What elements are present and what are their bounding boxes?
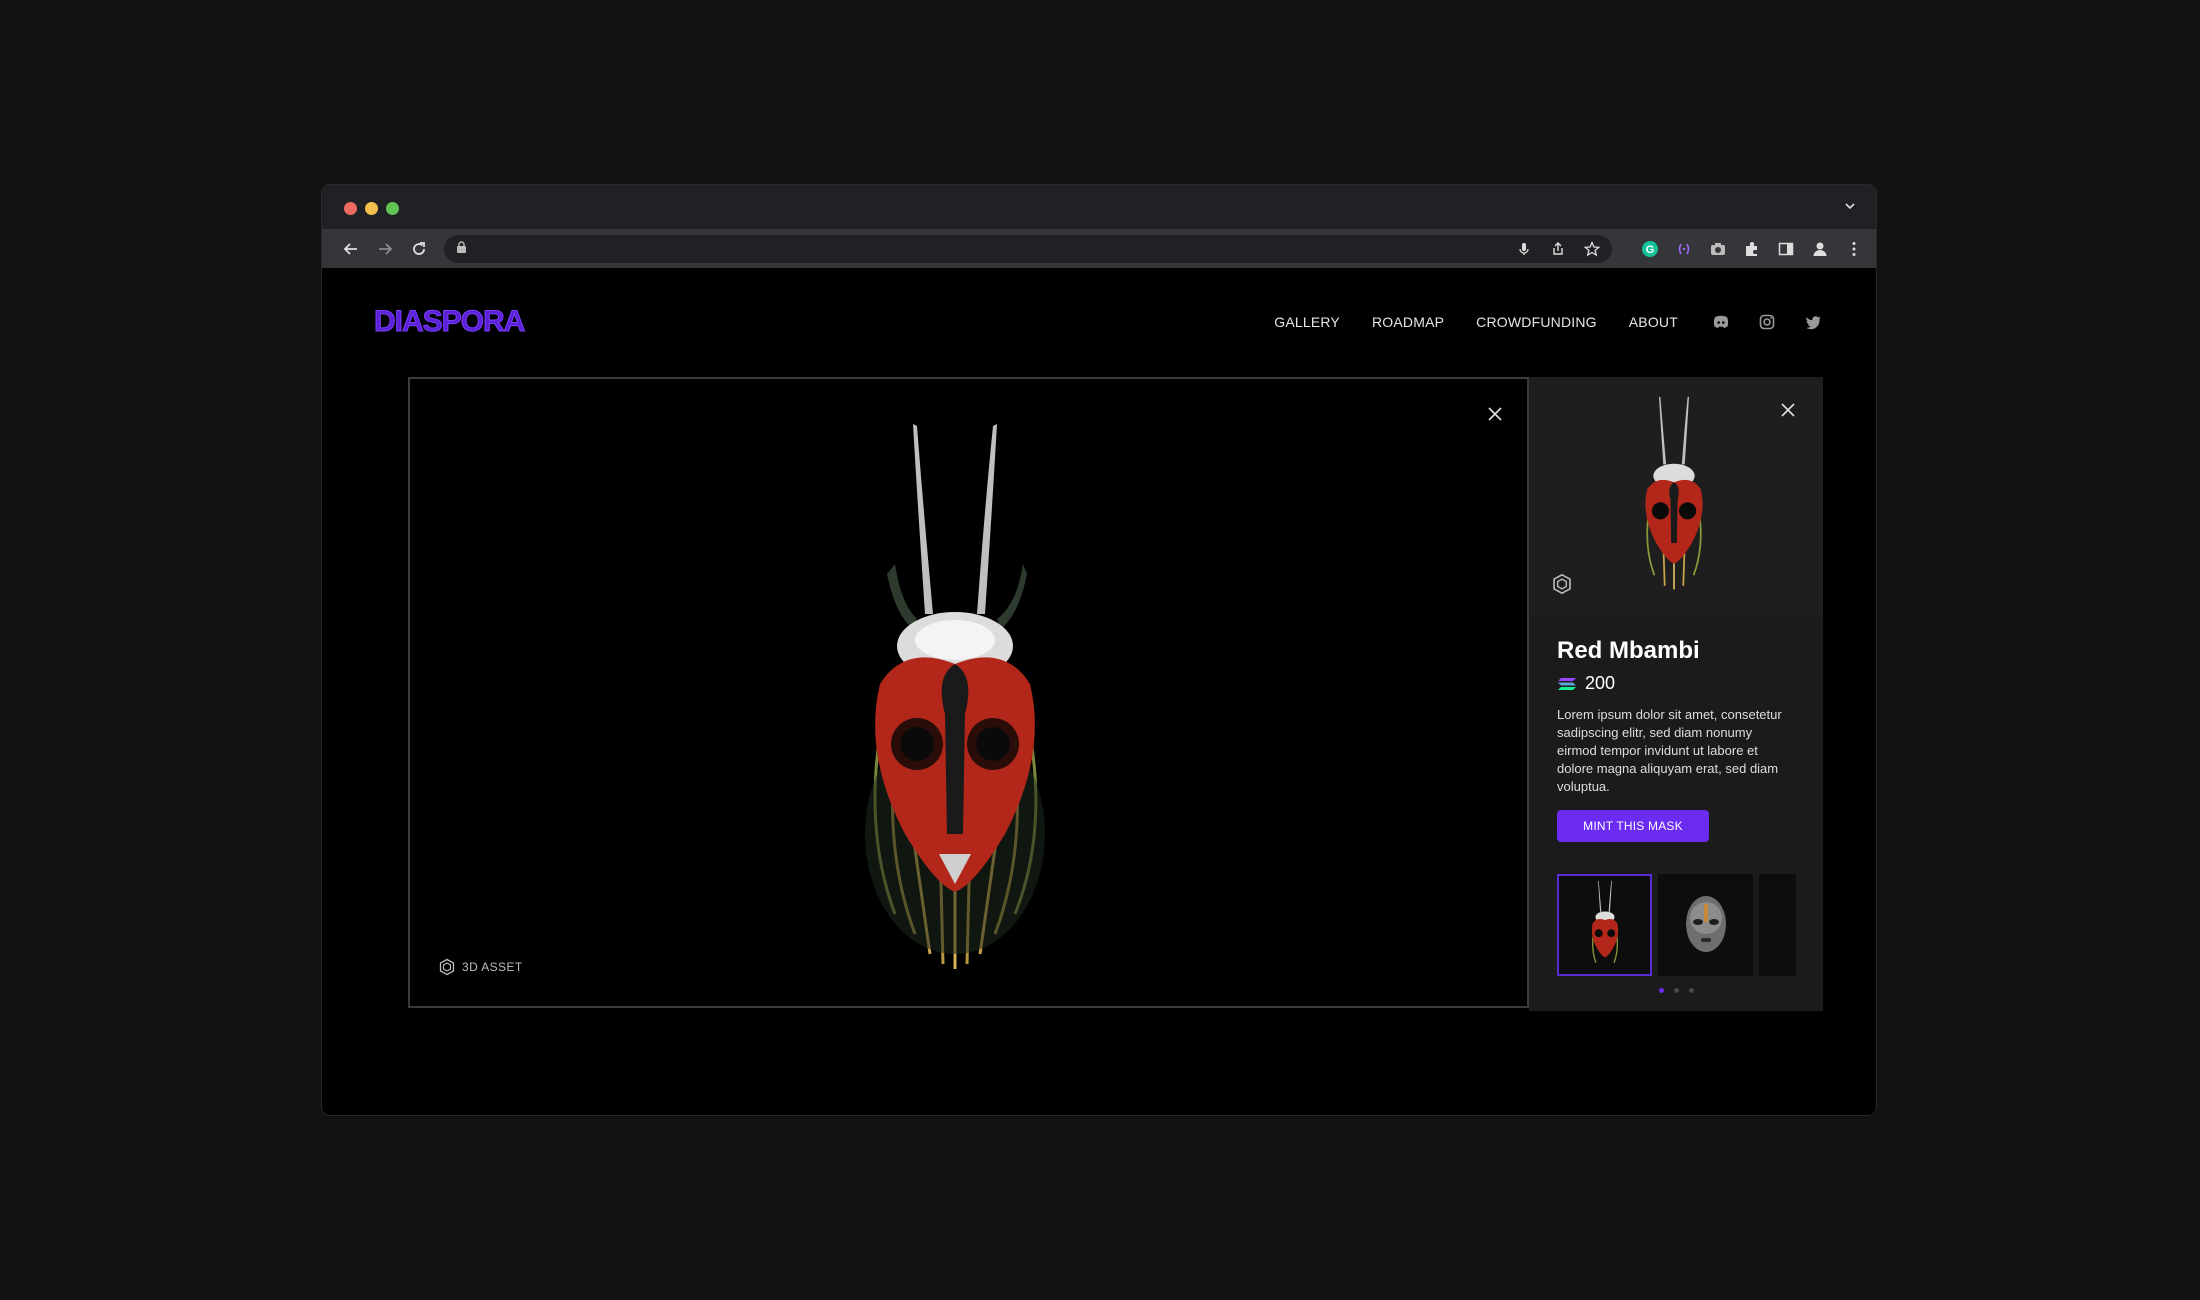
panel-preview	[1529, 377, 1823, 617]
reload-button[interactable]	[402, 233, 436, 265]
3d-asset-label: 3D ASSET	[438, 958, 523, 976]
omnibox-actions	[1516, 240, 1600, 257]
mask-3d-render[interactable]	[825, 414, 1085, 974]
mask-description: Lorem ipsum dolor sit amet, consetetur s…	[1557, 707, 1782, 794]
main-nav: GALLERY ROADMAP CROWDFUNDING ABOUT	[1274, 313, 1822, 331]
reload-icon	[413, 241, 425, 255]
carousel-dot-1[interactable]	[1658, 988, 1664, 993]
discord-icon[interactable]	[1712, 313, 1730, 331]
asset-label-text: 3D ASSET	[462, 960, 523, 974]
solana-icon	[1558, 677, 1576, 690]
price-row: 200	[1557, 673, 1795, 694]
browser-titlebar	[322, 185, 1876, 229]
thumbnail-red-mbambi[interactable]	[1557, 874, 1652, 976]
carousel-dots	[1557, 988, 1795, 993]
browser-window: G DIASPORA GALLERY ROADMAP CROWDFUNDING …	[322, 185, 1876, 1115]
extensions-bar: G	[1640, 239, 1864, 259]
instagram-icon[interactable]	[1758, 313, 1776, 331]
tab-search-button[interactable]	[1844, 199, 1856, 217]
site-logo[interactable]: DIASPORA	[373, 305, 525, 339]
mask-title: Red Mbambi	[1557, 637, 1700, 664]
carousel-dot-2[interactable]	[1673, 988, 1679, 993]
camera-extension-icon[interactable]	[1708, 239, 1728, 259]
mask-thumbnails	[1557, 874, 1796, 976]
nav-crowdfunding[interactable]: CROWDFUNDING	[1476, 314, 1597, 330]
maximize-window-button[interactable]	[386, 202, 399, 215]
carousel-dot-3[interactable]	[1688, 988, 1694, 993]
thumbnail-grey-mask[interactable]	[1658, 874, 1753, 976]
svg-text:G: G	[1646, 244, 1655, 256]
mint-mask-button[interactable]: MINT THIS MASK	[1557, 810, 1709, 842]
mask-detail-panel: Red Mbambi 200 Lorem ipsum dolor sit ame…	[1529, 377, 1823, 1011]
grey-mask-thumbnail-image	[1685, 896, 1726, 952]
window-controls	[344, 202, 399, 215]
minimize-window-button[interactable]	[365, 202, 378, 215]
thumbnail-white-mask[interactable]	[1759, 874, 1796, 976]
nav-gallery[interactable]: GALLERY	[1274, 314, 1340, 330]
arrow-left-icon	[343, 242, 357, 255]
close-window-button[interactable]	[344, 202, 357, 215]
arrow-right-icon	[379, 242, 393, 255]
cube-icon	[439, 958, 455, 976]
panel-close-button[interactable]	[1779, 401, 1797, 419]
address-bar[interactable]	[444, 234, 1612, 263]
viewer-close-button[interactable]	[1486, 405, 1504, 423]
star-icon[interactable]	[1584, 240, 1600, 257]
3d-cube-icon[interactable]	[1551, 573, 1573, 595]
lock-icon	[456, 240, 467, 258]
forward-button[interactable]	[368, 233, 402, 265]
browser-toolbar: G	[322, 229, 1876, 269]
mask-price: 200	[1585, 673, 1616, 693]
nav-about[interactable]: ABOUT	[1629, 314, 1678, 330]
grammarly-extension-icon[interactable]: G	[1640, 239, 1660, 259]
chevron-down-icon	[1845, 203, 1855, 210]
puzzle-extensions-icon[interactable]	[1742, 239, 1762, 259]
social-links	[1712, 313, 1822, 331]
share-icon[interactable]	[1550, 241, 1566, 257]
web-page: DIASPORA GALLERY ROADMAP CROWDFUNDING AB…	[322, 269, 1876, 1115]
back-button[interactable]	[334, 233, 368, 265]
close-icon	[1488, 407, 1502, 421]
close-icon	[1781, 403, 1795, 417]
profile-icon[interactable]	[1810, 239, 1830, 259]
sidebar-toggle-icon[interactable]	[1776, 239, 1796, 259]
microphone-icon[interactable]	[1516, 241, 1532, 257]
twitter-icon[interactable]	[1804, 313, 1822, 331]
panel-body: Red Mbambi 200 Lorem ipsum dolor sit ame…	[1529, 617, 1823, 993]
3d-asset-viewer[interactable]: 3D ASSET	[408, 377, 1529, 1008]
mask-preview-image	[1645, 396, 1703, 590]
code-extension-icon[interactable]	[1674, 239, 1694, 259]
kebab-menu-icon[interactable]	[1844, 239, 1864, 259]
red-mask-thumbnail-image	[1591, 880, 1618, 964]
nav-roadmap[interactable]: ROADMAP	[1372, 314, 1444, 330]
